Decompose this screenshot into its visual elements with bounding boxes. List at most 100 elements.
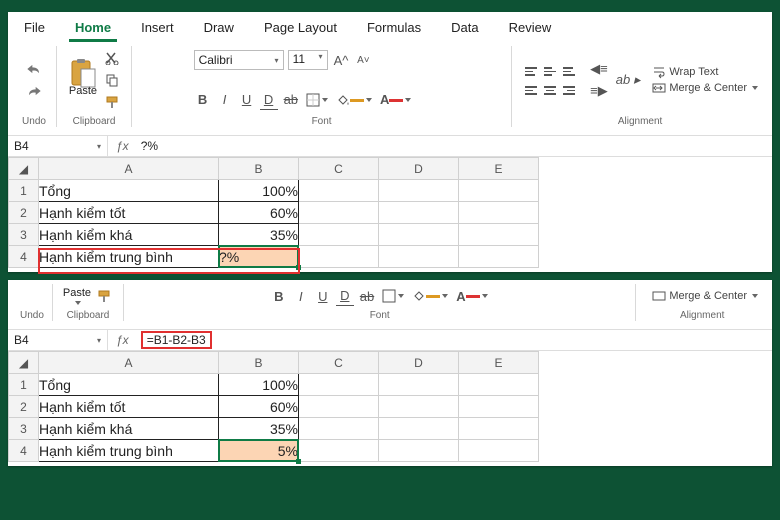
cell[interactable] — [459, 246, 539, 268]
redo-button[interactable] — [22, 81, 46, 101]
menu-data[interactable]: Data — [445, 16, 484, 42]
double-underline-button[interactable]: D — [260, 90, 278, 110]
cell-A3[interactable]: Hạnh kiểm khá — [39, 418, 219, 440]
cell-A3[interactable]: Hạnh kiểm khá — [39, 224, 219, 246]
cell-B3[interactable]: 35% — [219, 418, 299, 440]
paste-button[interactable] — [67, 63, 99, 83]
name-box[interactable]: B4 ▾ — [8, 136, 108, 156]
cell-B4-selected[interactable]: 5% — [219, 440, 299, 462]
cell[interactable] — [459, 180, 539, 202]
format-painter-button[interactable] — [103, 92, 121, 112]
cell-A2[interactable]: Hạnh kiểm tốt — [39, 202, 219, 224]
col-header-A[interactable]: A — [39, 352, 219, 374]
menu-home[interactable]: Home — [69, 16, 117, 42]
col-header-B[interactable]: B — [219, 158, 299, 180]
cut-button[interactable] — [103, 48, 121, 68]
cell[interactable] — [299, 418, 379, 440]
cell-A4[interactable]: Hạnh kiểm trung bình — [39, 246, 219, 268]
menu-review[interactable]: Review — [503, 16, 558, 42]
cell[interactable] — [459, 202, 539, 224]
cell[interactable] — [379, 224, 459, 246]
row-header[interactable]: 2 — [9, 202, 39, 224]
cell[interactable] — [379, 374, 459, 396]
spreadsheet-grid[interactable]: ◢ A B C D E 1 Tổng 100% 2 Hạnh kiểm tốt … — [8, 157, 772, 272]
col-header-B[interactable]: B — [219, 352, 299, 374]
italic-button[interactable]: I — [292, 286, 310, 306]
row-header[interactable]: 4 — [9, 440, 39, 462]
underline-button[interactable]: U — [238, 90, 256, 110]
row-header[interactable]: 4 — [9, 246, 39, 268]
merge-center-button[interactable]: Merge & Center — [652, 289, 758, 303]
cell[interactable] — [459, 418, 539, 440]
underline-button[interactable]: U — [314, 286, 332, 306]
cell[interactable] — [379, 440, 459, 462]
cell[interactable] — [299, 224, 379, 246]
row-header[interactable]: 1 — [9, 180, 39, 202]
col-header-E[interactable]: E — [459, 352, 539, 374]
name-box[interactable]: B4 ▾ — [8, 330, 108, 350]
strikethrough-button[interactable]: ab — [358, 286, 376, 306]
col-header-C[interactable]: C — [299, 158, 379, 180]
fill-color-button[interactable] — [410, 286, 450, 306]
cell[interactable] — [459, 224, 539, 246]
font-name-select[interactable]: Calibri ▾ — [194, 50, 284, 70]
font-color-button[interactable]: A — [378, 90, 413, 110]
bold-button[interactable]: B — [270, 286, 288, 306]
merge-center-button[interactable]: Merge & Center — [652, 81, 758, 95]
fill-color-button[interactable] — [334, 90, 374, 110]
cell[interactable] — [459, 374, 539, 396]
decrease-indent-button[interactable]: ◀≡ — [588, 59, 610, 79]
copy-button[interactable] — [103, 70, 121, 90]
cell-B2[interactable]: 60% — [219, 202, 299, 224]
select-all-corner[interactable]: ◢ — [9, 158, 39, 180]
cell-A4[interactable]: Hạnh kiểm trung bình — [39, 440, 219, 462]
italic-button[interactable]: I — [216, 90, 234, 110]
double-underline-button[interactable]: D — [336, 286, 354, 306]
align-bottom-button[interactable] — [560, 62, 578, 82]
align-middle-button[interactable] — [541, 62, 559, 82]
cell[interactable] — [299, 246, 379, 268]
cell[interactable] — [299, 440, 379, 462]
row-header[interactable]: 1 — [9, 374, 39, 396]
strikethrough-button[interactable]: ab — [282, 90, 300, 110]
borders-button[interactable] — [304, 90, 330, 110]
col-header-D[interactable]: D — [379, 158, 459, 180]
borders-button[interactable] — [380, 286, 406, 306]
cell-A1[interactable]: Tổng — [39, 180, 219, 202]
menu-page-layout[interactable]: Page Layout — [258, 16, 343, 42]
row-header[interactable]: 2 — [9, 396, 39, 418]
menu-file[interactable]: File — [18, 16, 51, 42]
cell-A2[interactable]: Hạnh kiểm tốt — [39, 396, 219, 418]
undo-button[interactable] — [22, 59, 46, 79]
col-header-A[interactable]: A — [39, 158, 219, 180]
cell[interactable] — [299, 396, 379, 418]
cell-B3[interactable]: 35% — [219, 224, 299, 246]
cell[interactable] — [379, 180, 459, 202]
align-right-button[interactable] — [560, 81, 578, 101]
cell[interactable] — [379, 246, 459, 268]
align-top-button[interactable] — [522, 62, 540, 82]
formula-input[interactable]: ?% — [137, 138, 772, 154]
spreadsheet-grid[interactable]: ◢ A B C D E 1 Tổng 100% 2 Hạnh kiểm tốt … — [8, 351, 772, 466]
font-size-select[interactable]: 11 ▾ — [288, 50, 328, 70]
select-all-corner[interactable]: ◢ — [9, 352, 39, 374]
col-header-D[interactable]: D — [379, 352, 459, 374]
increase-indent-button[interactable]: ≡▶ — [588, 81, 610, 101]
cell-B1[interactable]: 100% — [219, 180, 299, 202]
bold-button[interactable]: B — [194, 90, 212, 110]
align-left-button[interactable] — [522, 81, 540, 101]
wrap-text-button[interactable]: Wrap Text — [652, 65, 758, 79]
formula-input[interactable]: =B1-B2-B3 — [137, 330, 772, 350]
menu-formulas[interactable]: Formulas — [361, 16, 427, 42]
col-header-E[interactable]: E — [459, 158, 539, 180]
fill-handle[interactable] — [296, 459, 301, 464]
fill-handle[interactable] — [296, 265, 301, 270]
cell[interactable] — [379, 202, 459, 224]
fx-icon[interactable]: ƒx — [108, 139, 137, 153]
cell-A1[interactable]: Tổng — [39, 374, 219, 396]
cell[interactable] — [379, 396, 459, 418]
col-header-C[interactable]: C — [299, 352, 379, 374]
cell-B1[interactable]: 100% — [219, 374, 299, 396]
format-painter-button[interactable] — [95, 286, 113, 306]
cell-B2[interactable]: 60% — [219, 396, 299, 418]
